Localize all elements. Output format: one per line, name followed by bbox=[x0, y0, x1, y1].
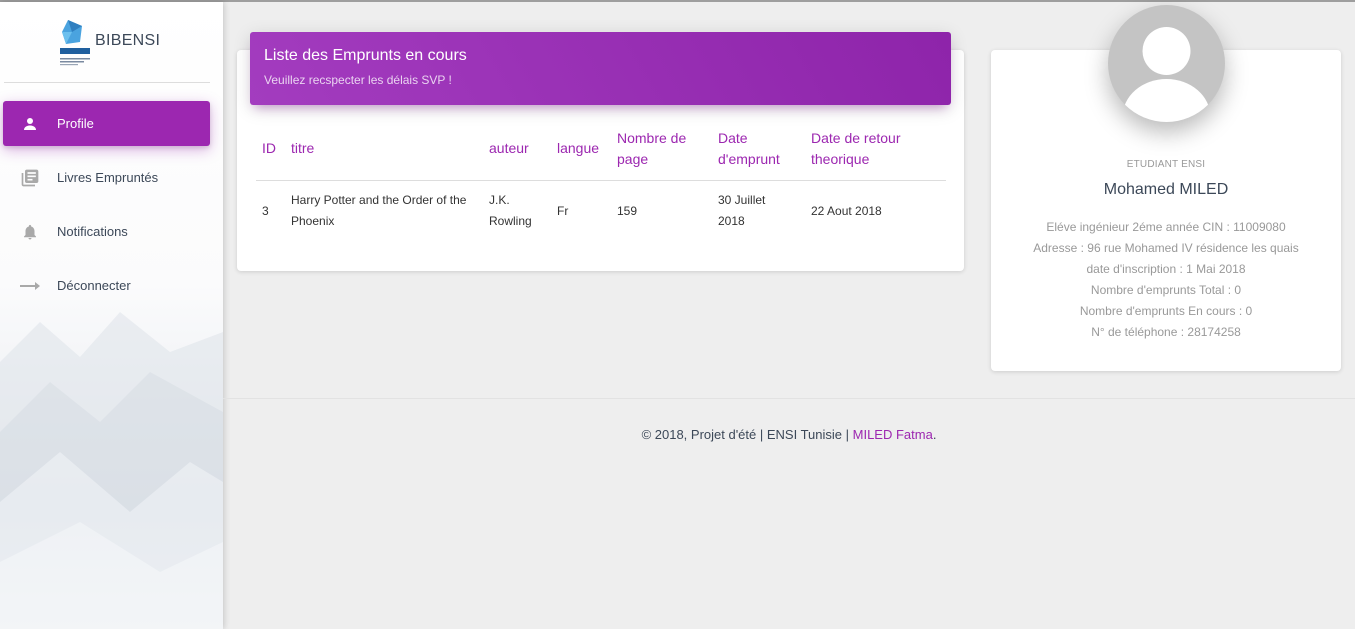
column-header-titre[interactable]: titre bbox=[291, 138, 314, 159]
profile-info-line: N° de téléphone : 28174258 bbox=[1091, 325, 1241, 339]
sidebar-item-notifications[interactable]: Notifications bbox=[3, 209, 210, 254]
cell-text: 30 Juillet bbox=[718, 193, 766, 207]
bell-icon bbox=[19, 221, 41, 243]
column-header-text: Date de retour bbox=[811, 130, 901, 146]
table-header-divider bbox=[256, 180, 946, 181]
profile-role: ETUDIANT ENSI bbox=[1126, 159, 1206, 170]
profile-info-line: date d'inscription : 1 Mai 2018 bbox=[1086, 262, 1246, 276]
column-header-date-retour[interactable]: Date de retour theorique bbox=[811, 128, 901, 170]
cell-date-retour: 22 Aout 2018 bbox=[811, 204, 882, 218]
cell-auteur: J.K. Rowling bbox=[489, 190, 532, 232]
footer-divider bbox=[223, 398, 1355, 399]
cell-date-emprunt: 30 Juillet 2018 bbox=[718, 190, 765, 232]
column-header-id[interactable]: ID bbox=[262, 138, 276, 159]
column-header-text: langue bbox=[557, 140, 600, 156]
cell-text: 2018 bbox=[718, 214, 745, 228]
cell-titre: Harry Potter and the Order of the Phoeni… bbox=[291, 190, 466, 232]
column-header-text: Date bbox=[718, 130, 748, 146]
footer-end: . bbox=[932, 427, 937, 442]
cell-id: 3 bbox=[262, 204, 269, 218]
brand-name: BIBENSI bbox=[95, 32, 161, 49]
column-header-auteur[interactable]: auteur bbox=[489, 138, 529, 159]
profile-info-line: Adresse : 96 rue Mohamed IV résidence le… bbox=[1033, 241, 1299, 255]
library-books-icon bbox=[19, 167, 41, 189]
cell-text: Phoenix bbox=[291, 214, 335, 228]
brand-logo-area[interactable]: BIBENSI bbox=[0, 2, 223, 82]
sidebar-item-label: Profile bbox=[57, 116, 94, 131]
loans-card-title: Liste des Emprunts en cours bbox=[264, 47, 467, 64]
loans-card-header: Liste des Emprunts en cours Veuillez rec… bbox=[250, 32, 951, 105]
column-header-text: theorique bbox=[811, 151, 870, 167]
column-header-text: Nombre de bbox=[617, 130, 687, 146]
profile-info-line: Eléve ingénieur 2éme année CIN : 1100908… bbox=[1046, 220, 1286, 234]
footer: © 2018, Projet d'été | ENSI Tunisie | MI… bbox=[223, 427, 1355, 442]
arrow-right-icon bbox=[19, 275, 41, 297]
column-header-text: titre bbox=[291, 140, 315, 156]
avatar[interactable] bbox=[1108, 5, 1225, 122]
cell-text: J.K. bbox=[489, 193, 510, 207]
sidebar-item-label: Déconnecter bbox=[57, 278, 131, 293]
footer-text: © 2018, Projet d'été | ENSI Tunisie | bbox=[641, 427, 849, 442]
column-header-langue[interactable]: langue bbox=[557, 138, 599, 159]
sidebar-item-label: Livres Empruntés bbox=[57, 170, 159, 185]
profile-info-line: Nombre d'emprunts Total : 0 bbox=[1090, 283, 1242, 297]
footer-author-link[interactable]: MILED Fatma bbox=[853, 427, 933, 442]
sidebar-item-profile[interactable]: Profile bbox=[3, 101, 210, 146]
sidebar-item-label: Notifications bbox=[57, 224, 128, 239]
column-header-text: ID bbox=[262, 140, 276, 156]
column-header-pages[interactable]: Nombre de page bbox=[617, 128, 686, 170]
column-header-text: auteur bbox=[489, 140, 529, 156]
ensi-logo-icon bbox=[60, 20, 90, 66]
cell-pages: 159 bbox=[617, 204, 638, 218]
column-header-text: page bbox=[617, 151, 649, 167]
person-icon bbox=[19, 113, 41, 135]
column-header-date-emprunt[interactable]: Date d'emprunt bbox=[718, 128, 780, 170]
sidebar-divider bbox=[4, 82, 210, 83]
sidebar-background-image bbox=[0, 312, 223, 629]
loans-card-subtitle: Veuillez recspecter les délais SVP ! bbox=[264, 73, 452, 87]
default-user-icon bbox=[1122, 27, 1211, 122]
profile-name: Mohamed MILED bbox=[1103, 181, 1229, 198]
sidebar-item-livres-empruntes[interactable]: Livres Empruntés bbox=[3, 155, 210, 200]
profile-info-line: Nombre d'emprunts En cours : 0 bbox=[1079, 304, 1253, 318]
cell-text: Harry Potter and the Order of the bbox=[291, 193, 467, 207]
sidebar: BIBENSI Profile Livres Empruntés Notific… bbox=[0, 2, 223, 629]
cell-langue: Fr bbox=[557, 204, 569, 218]
sidebar-item-deconnecter[interactable]: Déconnecter bbox=[3, 263, 210, 308]
column-header-text: d'emprunt bbox=[718, 151, 780, 167]
cell-text: Rowling bbox=[489, 214, 532, 228]
